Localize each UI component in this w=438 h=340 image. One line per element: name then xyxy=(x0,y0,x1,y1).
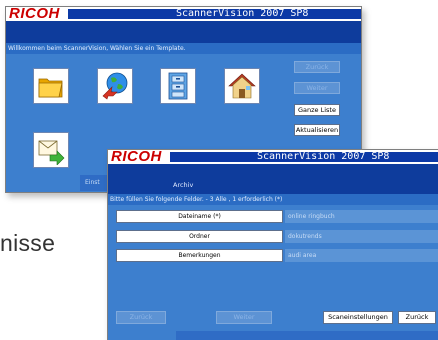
front-window-title: ScannerVision 2007 SP8 xyxy=(257,151,390,162)
ricoh-logo: RICOH xyxy=(111,148,162,165)
page-text-fragment: nisse xyxy=(0,230,56,256)
back-button-secondary[interactable]: Zurück xyxy=(398,311,436,324)
front-window-title-band: ScannerVision 2007 SP8 xyxy=(170,152,438,162)
refresh-button[interactable]: Aktualisieren xyxy=(294,124,340,136)
home-icon[interactable] xyxy=(224,68,260,104)
scan-settings-button[interactable]: Scaneinstellungen xyxy=(323,311,393,324)
remarks-field-value[interactable]: audi area xyxy=(285,249,438,262)
front-window-body: Archiv Bitte füllen Sie folgende Felder.… xyxy=(108,164,438,340)
ricoh-logo: RICOH xyxy=(9,5,60,22)
welcome-message: Willkommen beim ScannerVision, Wählen Si… xyxy=(6,43,361,54)
back-window-top-strip xyxy=(6,21,361,43)
settings-label: Einst xyxy=(85,179,100,186)
front-window: RICOH ScannerVision 2007 SP8 Archiv Bitt… xyxy=(107,148,438,340)
back-button[interactable]: Zurück xyxy=(294,61,340,73)
remarks-field-button[interactable]: Bemerkungen xyxy=(116,249,283,262)
section-title: Archiv xyxy=(173,181,194,189)
full-list-button[interactable]: Ganze Liste xyxy=(294,104,340,116)
back-window-title-band: ScannerVision 2007 SP8 xyxy=(68,9,361,19)
filename-field-button[interactable]: Dateiname (*) xyxy=(116,210,283,223)
front-window-top-strip: Archiv xyxy=(108,164,438,194)
back-window-titlebar: RICOH ScannerVision 2007 SP8 xyxy=(6,5,361,22)
filename-field-value[interactable]: online ringbuch xyxy=(285,210,438,223)
next-button[interactable]: Weiter xyxy=(294,82,340,94)
next-button[interactable]: Weiter xyxy=(216,311,272,324)
filing-cabinet-icon[interactable] xyxy=(160,68,196,104)
mail-forward-icon[interactable] xyxy=(33,132,69,168)
globe-arrow-icon[interactable] xyxy=(97,68,133,104)
folder-field-value[interactable]: dokutrends xyxy=(285,230,438,243)
front-window-titlebar: RICOH ScannerVision 2007 SP8 xyxy=(108,148,438,165)
instruction-text: Bitte füllen Sie folgende Felder. - 3 Al… xyxy=(108,194,438,205)
folder-icon[interactable] xyxy=(33,68,69,104)
folder-field-button[interactable]: Ordner xyxy=(116,230,283,243)
back-window-title: ScannerVision 2007 SP8 xyxy=(176,8,309,19)
back-button[interactable]: Zurück xyxy=(116,311,166,324)
